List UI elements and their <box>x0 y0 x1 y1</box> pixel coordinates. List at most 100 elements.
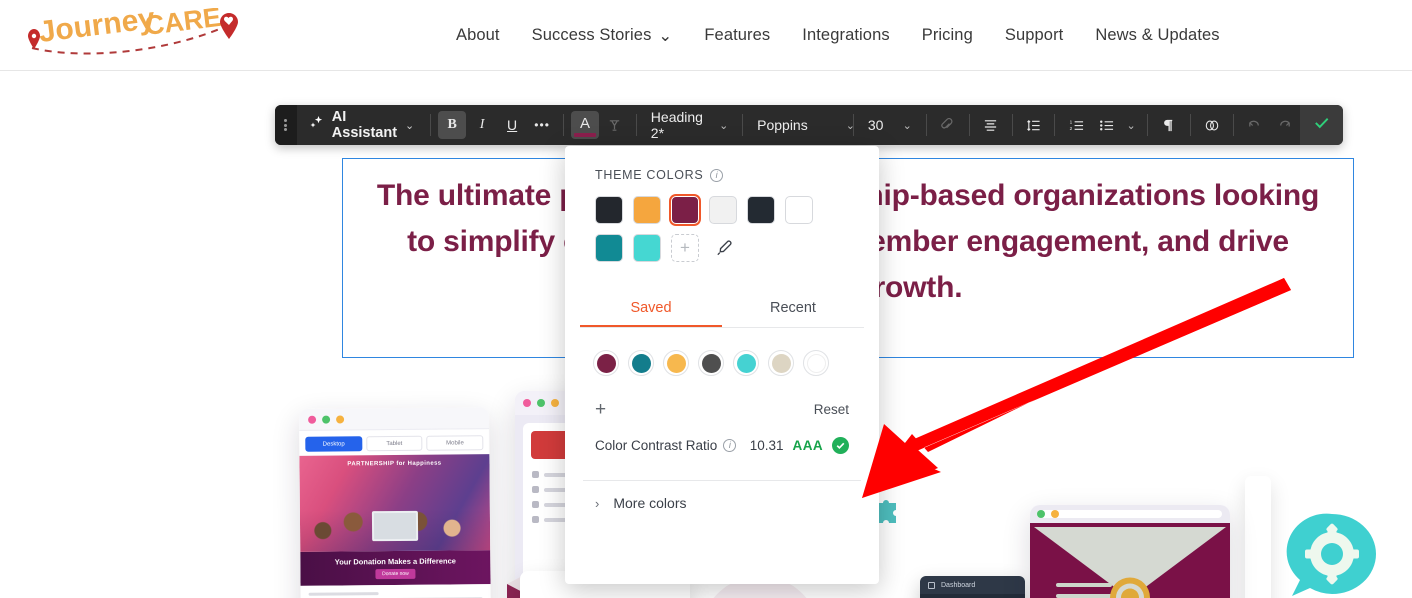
collage-envelope-card <box>1030 505 1230 598</box>
mockup-donation-banner: Your Donation Makes a Difference Donate … <box>300 550 491 586</box>
paragraph-mark-icon[interactable] <box>1155 111 1183 139</box>
check-icon <box>1312 113 1331 137</box>
main-navigation: About Success Stories ⌄ Features Integra… <box>440 0 1236 71</box>
contrast-label: Color Contrast Ratio <box>595 438 718 453</box>
theme-swatch-orange[interactable] <box>633 196 661 224</box>
window-dots <box>1037 510 1059 518</box>
theme-colors-label-row: THEME COLORS i <box>565 168 879 182</box>
text-color-letter: A <box>579 114 590 132</box>
text-format-toolbar: AI Assistant ⌄ B I U ••• A Heading 2* ⌄ … <box>275 105 1344 145</box>
saved-colors-row <box>565 328 879 376</box>
saved-swatch-beige[interactable] <box>768 350 794 376</box>
italic-button[interactable]: I <box>468 111 496 139</box>
bold-button[interactable]: B <box>438 111 467 139</box>
award-medal-icon <box>1103 573 1157 598</box>
theme-swatch-teal[interactable] <box>595 234 623 262</box>
page-root: Desktop Tablet Mobile PARTNERSHIP for Ha… <box>0 0 1412 598</box>
paragraph-style-value: Heading 2* <box>650 109 703 141</box>
tab-saved[interactable]: Saved <box>580 292 722 327</box>
theme-swatch-light-gray[interactable] <box>709 196 737 224</box>
mockup-banner-button: Donate now <box>375 568 416 580</box>
link-icon[interactable] <box>934 111 962 139</box>
info-icon[interactable]: i <box>710 168 724 182</box>
chevron-right-icon: › <box>595 495 600 511</box>
confirm-button[interactable] <box>1299 105 1344 145</box>
site-logo[interactable]: Journey CARE <box>14 2 244 60</box>
chevron-down-icon: ⌄ <box>658 26 673 45</box>
check-circle-icon <box>832 437 849 454</box>
device-tab-tablet: Tablet <box>365 435 423 452</box>
map-pin-icon <box>28 29 40 49</box>
mockup-hero-title: PARTNERSHIP for Happiness <box>347 460 442 468</box>
font-size-value: 30 <box>867 117 884 133</box>
gear-speech-bubble <box>1282 508 1382 598</box>
nav-item-features[interactable]: Features <box>688 0 786 71</box>
redo-icon[interactable] <box>1271 111 1299 139</box>
reset-button[interactable]: Reset <box>814 402 849 417</box>
ai-assistant-button[interactable]: AI Assistant ⌄ <box>297 109 424 141</box>
ai-assistant-label: AI Assistant <box>331 109 398 141</box>
anchor-link-icon[interactable] <box>1198 111 1226 139</box>
add-color-button[interactable]: + <box>671 234 699 262</box>
nav-item-integrations[interactable]: Integrations <box>786 0 905 71</box>
undo-icon[interactable] <box>1241 111 1269 139</box>
svg-text:1: 1 <box>1069 119 1072 124</box>
saved-swatch-dark-gray[interactable] <box>698 350 724 376</box>
theme-colors-label: THEME COLORS <box>595 168 704 182</box>
map-pin-heart-icon <box>220 13 238 39</box>
text-color-picker-panel: THEME COLORS i + Saved Recent + Reset Co… <box>565 146 879 584</box>
logo-journey-text: Journey <box>37 8 157 49</box>
eyedropper-icon[interactable] <box>709 234 737 262</box>
theme-swatch-turquoise[interactable] <box>633 234 661 262</box>
drag-handle-icon[interactable] <box>275 105 297 145</box>
more-colors-button[interactable]: › More colors <box>565 481 879 511</box>
color-contrast-ratio-row: Color Contrast Ratio i 10.31 AAA <box>565 419 879 454</box>
nav-item-success-stories[interactable]: Success Stories ⌄ <box>516 0 689 71</box>
saved-swatch-maroon[interactable] <box>593 350 619 376</box>
mockup-body-text <box>300 584 491 598</box>
logo-care-text: CARE <box>143 8 223 41</box>
nav-item-support[interactable]: Support <box>989 0 1080 71</box>
paragraph-style-select[interactable]: Heading 2* ⌄ <box>643 109 736 141</box>
text-color-button[interactable]: A <box>570 111 599 139</box>
contrast-value: 10.31 <box>749 438 784 453</box>
align-center-icon[interactable] <box>977 111 1005 139</box>
nav-item-about[interactable]: About <box>440 0 516 71</box>
line-spacing-icon[interactable] <box>1019 111 1047 139</box>
grid-icon <box>928 581 935 589</box>
chevron-down-icon[interactable]: ⌄ <box>1122 111 1140 139</box>
underline-button[interactable]: U <box>498 111 526 139</box>
font-size-select[interactable]: 30 ⌄ <box>860 111 920 139</box>
font-family-value: Poppins <box>757 117 808 133</box>
saved-swatch-teal[interactable] <box>628 350 654 376</box>
text-color-swatch <box>573 133 596 137</box>
nav-item-pricing[interactable]: Pricing <box>906 0 989 71</box>
theme-swatch-white[interactable] <box>785 196 813 224</box>
color-source-tabs: Saved Recent <box>580 292 864 328</box>
chevron-down-icon: ⌄ <box>719 119 729 132</box>
theme-swatch-charcoal[interactable] <box>747 196 775 224</box>
window-dots <box>523 399 559 407</box>
browser-titlebar <box>299 407 490 431</box>
tab-recent[interactable]: Recent <box>722 292 864 327</box>
add-saved-color-button[interactable]: + <box>595 400 606 419</box>
nav-item-news-updates[interactable]: News & Updates <box>1079 0 1235 71</box>
theme-swatch-maroon-selected[interactable] <box>671 196 699 224</box>
saved-swatch-white[interactable] <box>803 350 829 376</box>
more-options-button[interactable]: ••• <box>528 111 556 139</box>
info-icon[interactable]: i <box>723 439 737 452</box>
numbered-list-icon[interactable]: 1 2 <box>1062 111 1090 139</box>
text-highlight-icon[interactable] <box>601 111 629 139</box>
theme-swatch-dark-navy[interactable] <box>595 196 623 224</box>
chevron-down-icon: ⌄ <box>902 119 912 132</box>
collage-browser-mockup: Desktop Tablet Mobile PARTNERSHIP for Ha… <box>299 407 491 598</box>
bullet-list-icon[interactable] <box>1092 111 1120 139</box>
saved-swatch-turquoise[interactable] <box>733 350 759 376</box>
collage-sidebar-panel: Dashboard Conversations Schedules Contac… <box>920 576 1025 598</box>
add-reset-row: + Reset <box>565 376 879 419</box>
collage-vertical-card <box>1245 476 1271 598</box>
saved-swatch-amber[interactable] <box>663 350 689 376</box>
sparkles-icon <box>309 115 324 135</box>
font-family-select[interactable]: Poppins ⌄ <box>749 111 855 139</box>
theme-color-swatches: + <box>565 182 879 262</box>
